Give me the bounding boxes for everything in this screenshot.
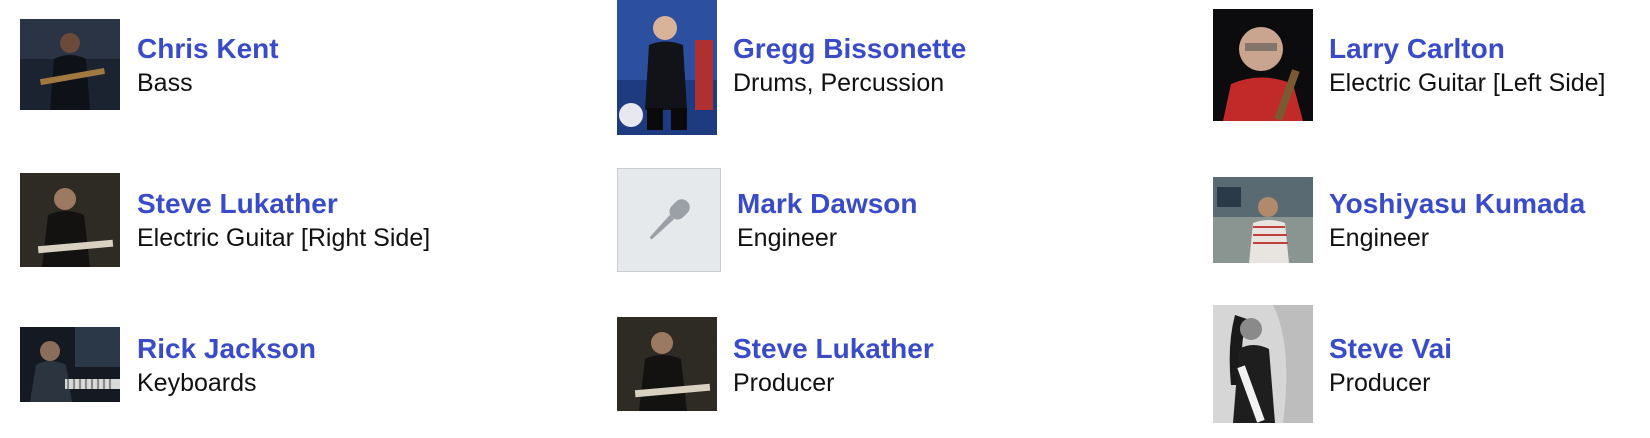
artist-name-link[interactable]: Larry Carlton xyxy=(1329,32,1505,66)
artist-role: Engineer xyxy=(737,224,838,252)
artist-photo[interactable] xyxy=(20,327,120,402)
artist-photo[interactable] xyxy=(20,173,120,267)
artist-name-link[interactable]: Gregg Bissonette xyxy=(733,32,966,66)
artist-name-link[interactable]: Chris Kent xyxy=(137,32,279,66)
credits-grid: Chris Kent Bass Gregg Bissonette Drums, … xyxy=(0,0,1650,438)
artist-role: Producer xyxy=(1329,369,1431,397)
artist-name-link[interactable]: Yoshiyasu Kumada xyxy=(1329,187,1585,221)
artist-photo[interactable] xyxy=(1213,9,1313,121)
artist-role: Drums, Percussion xyxy=(733,69,945,97)
artist-role: Electric Guitar [Right Side] xyxy=(137,224,431,252)
artist-role: Keyboards xyxy=(137,369,257,397)
artist-photo[interactable] xyxy=(617,0,717,135)
artist-photo[interactable] xyxy=(617,317,717,411)
artist-photo[interactable] xyxy=(1213,305,1313,423)
artist-role: Electric Guitar [Left Side] xyxy=(1329,69,1606,97)
artist-photo[interactable] xyxy=(1213,177,1313,263)
artist-name-link[interactable]: Rick Jackson xyxy=(137,332,316,366)
artist-role: Bass xyxy=(137,69,193,97)
artist-photo[interactable] xyxy=(20,19,120,110)
artist-name-link[interactable]: Mark Dawson xyxy=(737,187,918,221)
artist-name-link[interactable]: Steve Lukather xyxy=(137,187,338,221)
microphone-icon xyxy=(649,199,690,240)
artist-photo-placeholder[interactable] xyxy=(617,168,721,272)
artist-name-link[interactable]: Steve Lukather xyxy=(733,332,934,366)
artist-role: Producer xyxy=(733,369,835,397)
artist-name-link[interactable]: Steve Vai xyxy=(1329,332,1452,366)
artist-role: Engineer xyxy=(1329,224,1430,252)
